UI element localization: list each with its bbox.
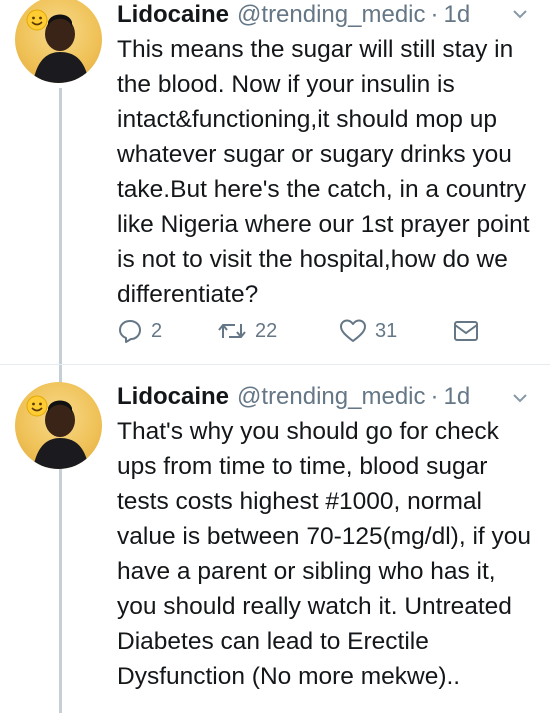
avatar[interactable]	[15, 382, 102, 469]
avatar[interactable]	[15, 0, 102, 83]
author-handle[interactable]: @trending_medic	[237, 0, 425, 30]
smiley-emoji-icon	[26, 395, 48, 417]
separator: ·	[430, 383, 439, 410]
separator: ·	[430, 1, 439, 28]
direct-message-button[interactable]	[453, 320, 479, 342]
tweet-divider	[0, 364, 550, 365]
envelope-icon	[454, 321, 478, 341]
reply-button[interactable]: 2	[117, 318, 217, 344]
smiley-emoji-icon	[26, 9, 48, 31]
chevron-down-icon[interactable]	[510, 388, 530, 408]
timestamp[interactable]: 1d	[444, 382, 471, 412]
author-name[interactable]: Lidocaine	[117, 382, 229, 412]
tweet[interactable]: Lidocaine @trending_medic · 1d That's wh…	[0, 380, 550, 713]
tweet-actions: 2 22 31	[117, 318, 479, 344]
reply-count: 2	[151, 319, 163, 342]
reply-icon	[119, 320, 141, 343]
like-button[interactable]: 31	[339, 318, 453, 344]
tweet-text: That's why you should go for check ups f…	[117, 418, 531, 690]
retweet-button[interactable]: 22	[217, 318, 339, 344]
timestamp[interactable]: 1d	[444, 0, 471, 30]
heart-icon	[340, 319, 366, 342]
author-handle[interactable]: @trending_medic	[237, 382, 425, 412]
retweet-count: 22	[255, 319, 278, 342]
tweet-text: This means the sugar will still stay in …	[117, 36, 530, 308]
tweet-header: Lidocaine @trending_medic · 1d	[117, 0, 537, 30]
like-count: 31	[375, 319, 398, 342]
tweet-header: Lidocaine @trending_medic · 1d	[117, 382, 537, 412]
chevron-down-icon[interactable]	[510, 4, 530, 24]
tweet[interactable]: Lidocaine @trending_medic · 1d This mean…	[0, 0, 550, 360]
timeline: Lidocaine @trending_medic · 1d This mean…	[0, 0, 550, 713]
retweet-icon	[218, 324, 246, 338]
author-name[interactable]: Lidocaine	[117, 0, 229, 30]
